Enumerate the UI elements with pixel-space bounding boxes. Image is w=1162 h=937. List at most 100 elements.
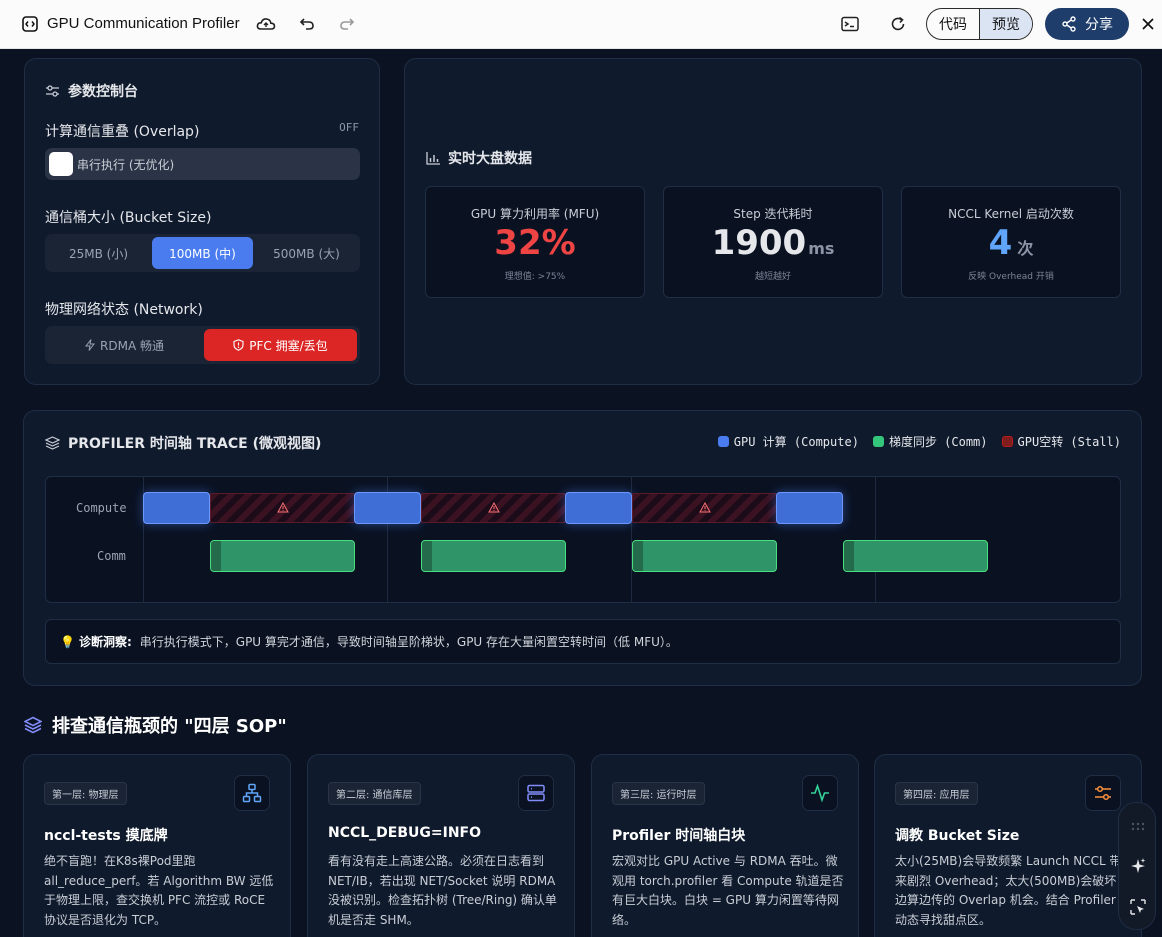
undo-icon[interactable] xyxy=(297,14,317,34)
legend-compute-label: GPU 计算 (Compute) xyxy=(733,435,859,449)
code-tab[interactable]: 代码 xyxy=(927,9,979,39)
stall-block[interactable] xyxy=(210,493,355,523)
sop-card-title: 调教 Bucket Size xyxy=(895,828,1020,844)
comm-block[interactable] xyxy=(632,540,777,572)
stat-sub: 理想值: >75% xyxy=(504,272,566,282)
share-icon xyxy=(1062,16,1076,32)
stat-card-step-time: Step 迭代耗时 1900 ms 越短越好 xyxy=(663,186,883,298)
bucket-label: 通信桶大小 (Bucket Size) xyxy=(45,210,212,226)
sop-card-title: Profiler 时间轴白块 xyxy=(612,828,746,844)
bucket-option-100mb[interactable]: 100MB (中) xyxy=(152,237,253,269)
stat-sub: 越短越好 xyxy=(754,272,791,282)
sop-title: 排查通信瓶颈的 "四层 SOP" xyxy=(52,716,287,737)
preview-tab[interactable]: 预览 xyxy=(979,9,1032,39)
compute-block[interactable] xyxy=(143,492,210,524)
sop-card-tag: 第三层: 运行时层 xyxy=(612,782,705,805)
activity-pulse-icon xyxy=(802,775,838,811)
warning-icon xyxy=(276,502,289,513)
sop-header: 排查通信瓶颈的 "四层 SOP" xyxy=(24,712,287,738)
legend-comm: 梯度同步 (Comm) xyxy=(872,433,988,450)
toggle-knob xyxy=(49,152,73,176)
stat-caption: Step 迭代耗时 xyxy=(733,207,813,221)
legend-compute: GPU 计算 (Compute) xyxy=(717,433,859,450)
layers-icon xyxy=(45,436,60,450)
stat-caption: GPU 算力利用率 (MFU) xyxy=(470,207,600,221)
trace-panel: PROFILER 时间轴 TRACE (微观视图) GPU 计算 (Comput… xyxy=(23,410,1142,686)
stat-sub: 反映 Overhead 开销 xyxy=(968,272,1054,282)
sliders-icon xyxy=(46,85,59,97)
code-preview-toggle: 代码 预览 xyxy=(926,8,1033,40)
trace-title: PROFILER 时间轴 TRACE (微观视图) xyxy=(68,436,322,452)
sliders-icon xyxy=(1085,775,1121,811)
bucket-size-selector: 25MB (小) 100MB (中) 500MB (大) xyxy=(45,234,360,272)
overlap-toggle[interactable]: 串行执行 (无优化) xyxy=(45,148,360,180)
cloud-icon[interactable] xyxy=(256,14,276,34)
dashboard-header: 实时大盘数据 xyxy=(426,148,532,168)
network-option-pfc[interactable]: PFC 拥塞/丢包 xyxy=(204,329,357,361)
app-title: GPU Communication Profiler xyxy=(47,15,240,32)
close-icon[interactable] xyxy=(1138,14,1158,34)
stat-number: 4 xyxy=(988,223,1013,263)
trace-header: PROFILER 时间轴 TRACE (微观视图) xyxy=(45,433,321,453)
row-label-compute: Compute xyxy=(76,501,127,515)
refresh-icon[interactable] xyxy=(888,14,908,34)
stall-block[interactable] xyxy=(421,493,566,523)
stat-caption: NCCL Kernel 启动次数 xyxy=(948,207,1074,221)
bucket-option-25mb[interactable]: 25MB (小) xyxy=(48,237,149,269)
trace-legend: GPU 计算 (Compute) 梯度同步 (Comm) GPU空转 (Stal… xyxy=(717,433,1121,450)
shield-alert-icon xyxy=(233,339,244,351)
lightning-icon xyxy=(85,339,96,351)
sop-card-desc: 绝不盲跑！在K8s裸Pod里跑 all_reduce_perf。若 Algori… xyxy=(44,854,274,927)
compute-block[interactable] xyxy=(565,492,632,524)
share-label: 分享 xyxy=(1085,17,1113,33)
select-cursor-icon[interactable] xyxy=(1129,898,1147,920)
stat-card-mfu: GPU 算力利用率 (MFU) 32% 理想值: >75% xyxy=(425,186,645,298)
stat-card-nccl-launches: NCCL Kernel 启动次数 4次 反映 Overhead 开销 xyxy=(901,186,1121,298)
sop-card-tag: 第一层: 物理层 xyxy=(44,782,127,805)
sop-card-title: nccl-tests 摸底牌 xyxy=(44,828,168,844)
bucket-option-500mb[interactable]: 500MB (大) xyxy=(256,237,357,269)
diagnosis-text: 串行执行模式下，GPU 算完才通信，导致时间轴呈阶梯状，GPU 存在大量闲置空转… xyxy=(139,635,678,649)
comm-block[interactable] xyxy=(421,540,566,572)
share-button[interactable]: 分享 xyxy=(1045,8,1129,40)
legend-stall: GPU空转 (Stall) xyxy=(1001,433,1121,450)
stat-value: 1900 ms xyxy=(664,223,882,263)
stat-value: 32% xyxy=(426,223,644,263)
row-label-comm: Comm xyxy=(97,549,126,563)
stall-block[interactable] xyxy=(632,493,777,523)
sop-card-physical[interactable]: 第一层: 物理层 nccl-tests 摸底牌 绝不盲跑！在K8s裸Pod里跑 … xyxy=(23,754,291,937)
network-tree-icon xyxy=(234,775,270,811)
network-option-rdma-label: RDMA 畅通 xyxy=(100,338,164,353)
network-option-pfc-label: PFC 拥塞/丢包 xyxy=(249,338,328,353)
server-stack-icon xyxy=(518,775,554,811)
comm-block[interactable] xyxy=(843,540,988,572)
sop-card-desc: 太小(25MB)会导致频繁 Launch NCCL 带来剧烈 Overhead；… xyxy=(895,854,1122,927)
overlap-label: 计算通信重叠 (Overlap) xyxy=(45,124,200,140)
code-bracket-icon[interactable] xyxy=(20,14,40,34)
terminal-icon[interactable] xyxy=(840,14,860,34)
comm-block[interactable] xyxy=(210,540,355,572)
network-option-rdma[interactable]: RDMA 畅通 xyxy=(48,329,201,361)
overlap-toggle-text: 串行执行 (无优化) xyxy=(77,158,175,172)
network-selector: RDMA 畅通 PFC 拥塞/丢包 xyxy=(45,326,360,364)
redo-icon[interactable] xyxy=(337,14,357,34)
drag-handle-icon[interactable] xyxy=(1130,817,1146,836)
control-panel-header: 参数控制台 xyxy=(45,81,138,101)
floating-toolbar xyxy=(1118,802,1156,930)
layers-icon xyxy=(24,716,42,734)
compute-block[interactable] xyxy=(354,492,421,524)
sop-card-comm-lib[interactable]: 第二层: 通信库层 NCCL_DEBUG=INFO 看有没有走上高速公路。必须在… xyxy=(307,754,575,937)
stat-unit: ms xyxy=(808,239,835,258)
compute-block[interactable] xyxy=(776,492,843,524)
diagnosis-box: 💡 诊断洞察: 串行执行模式下，GPU 算完才通信，导致时间轴呈阶梯状，GPU … xyxy=(45,619,1121,664)
sop-card-runtime[interactable]: 第三层: 运行时层 Profiler 时间轴白块 宏观对比 GPU Active… xyxy=(591,754,859,937)
sparkle-icon[interactable] xyxy=(1129,857,1147,879)
sop-card-desc: 宏观对比 GPU Active 与 RDMA 吞吐。微观用 torch.prof… xyxy=(612,854,844,927)
legend-comm-label: 梯度同步 (Comm) xyxy=(888,435,988,449)
legend-stall-label: GPU空转 (Stall) xyxy=(1017,435,1121,449)
lightbulb-icon: 💡 xyxy=(60,634,75,649)
trace-timeline: Compute Comm xyxy=(45,476,1121,603)
sop-card-title: NCCL_DEBUG=INFO xyxy=(328,825,482,841)
overlap-state: OFF xyxy=(339,121,359,134)
sop-card-application[interactable]: 第四层: 应用层 调教 Bucket Size 太小(25MB)会导致频繁 La… xyxy=(874,754,1142,937)
